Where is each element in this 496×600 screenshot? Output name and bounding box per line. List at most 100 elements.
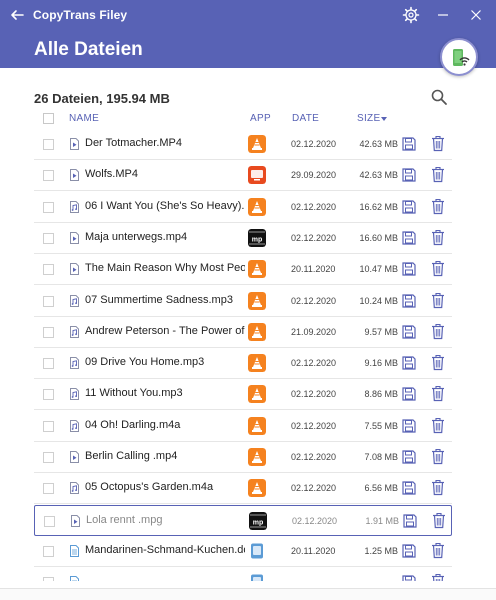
row-checkbox[interactable] — [43, 545, 54, 557]
file-row[interactable]: The Main Reason Why Most People Fail 20.1… — [34, 254, 452, 286]
file-row[interactable] — [34, 567, 452, 581]
row-checkbox[interactable] — [43, 139, 54, 150]
file-row[interactable]: 09 Drive You Home.mp3 02.12.2020 9.16 MB — [34, 348, 452, 380]
trash-icon[interactable] — [431, 385, 445, 402]
svg-text:mp: mp — [252, 236, 263, 243]
trash-icon[interactable] — [431, 198, 445, 215]
vlc-app-icon[interactable] — [248, 354, 266, 373]
file-name: 04 Oh! Darling.m4a — [85, 418, 181, 431]
save-icon[interactable] — [402, 387, 416, 401]
file-name: 11 Without You.mp3 — [85, 387, 183, 400]
vlc-app-icon[interactable] — [248, 135, 266, 153]
row-checkbox[interactable] — [43, 358, 54, 370]
file-row[interactable]: Andrew Peterson - The Power of Small 21.0… — [34, 317, 452, 348]
save-icon[interactable] — [402, 356, 416, 370]
mplayer-app-icon[interactable]: mp — [248, 228, 266, 247]
column-date[interactable]: DATE — [292, 113, 319, 124]
trash-icon[interactable] — [431, 479, 445, 496]
row-checkbox[interactable] — [43, 452, 54, 463]
trash-icon[interactable] — [431, 166, 445, 183]
save-icon[interactable] — [402, 293, 416, 308]
save-icon[interactable] — [402, 419, 416, 433]
save-icon[interactable] — [402, 325, 416, 339]
file-row[interactable]: Maja unterwegs.mp4 mp 02.12.2020 16.60 MB — [34, 223, 452, 254]
vlc-app-icon[interactable] — [248, 479, 266, 498]
svg-text:mp: mp — [253, 519, 264, 526]
row-checkbox[interactable] — [44, 515, 55, 527]
row-checkbox[interactable] — [43, 170, 54, 182]
row-checkbox[interactable] — [43, 389, 54, 401]
save-icon[interactable] — [402, 168, 416, 182]
row-checkbox[interactable] — [43, 483, 54, 495]
scrollbar[interactable] — [486, 68, 489, 588]
save-icon[interactable] — [402, 544, 416, 558]
trash-icon[interactable] — [431, 448, 445, 465]
vlc-app-icon[interactable] — [248, 322, 266, 341]
save-icon[interactable] — [402, 575, 416, 581]
trash-icon[interactable] — [431, 417, 445, 434]
file-row[interactable]: Berlin Calling .mp4 02.12.2020 7.08 MB — [34, 442, 452, 473]
trash-icon[interactable] — [432, 512, 446, 529]
vlc-app-icon[interactable] — [248, 291, 266, 310]
select-all-checkbox[interactable] — [43, 113, 54, 124]
sort-desc-icon[interactable] — [381, 117, 387, 121]
vlc-app-icon[interactable] — [248, 448, 266, 466]
file-row[interactable]: 04 Oh! Darling.m4a 02.12.2020 7.55 MB — [34, 411, 452, 442]
column-name[interactable]: NAME — [69, 113, 99, 124]
vlc-app-icon[interactable] — [248, 197, 266, 216]
trash-icon[interactable] — [431, 542, 445, 559]
wifi-connect-button[interactable] — [440, 38, 478, 76]
document-file-icon — [70, 544, 79, 557]
phone-wifi-icon — [453, 49, 470, 66]
infuse-app-icon[interactable] — [248, 166, 266, 185]
file-row[interactable]: Wolfs.MP4 29.09.2020 42.63 MB — [34, 160, 452, 192]
row-checkbox[interactable] — [43, 295, 54, 307]
trash-icon[interactable] — [431, 229, 445, 246]
video-file-icon — [70, 451, 79, 463]
save-icon[interactable] — [402, 137, 416, 151]
vlc-app-icon[interactable] — [248, 416, 266, 435]
trash-icon[interactable] — [431, 292, 445, 309]
file-row[interactable]: Lola rennt .mpg mp 02.12.2020 1.91 MB — [34, 504, 452, 536]
close-icon[interactable] — [467, 6, 485, 24]
row-checkbox[interactable] — [43, 201, 54, 213]
save-icon[interactable] — [402, 450, 416, 464]
trash-icon[interactable] — [431, 260, 445, 277]
gear-icon[interactable] — [402, 6, 420, 24]
mplayer-app-icon[interactable]: mp — [249, 511, 267, 530]
file-row[interactable]: 07 Summertime Sadness.mp3 02.12.2020 10.24… — [34, 286, 452, 317]
save-icon[interactable] — [402, 481, 416, 495]
save-icon[interactable] — [402, 199, 416, 214]
files-app-icon[interactable] — [248, 542, 266, 560]
vlc-app-icon[interactable] — [248, 260, 266, 279]
file-date: 02.12.2020 — [291, 139, 337, 149]
trash-icon[interactable] — [431, 323, 445, 340]
back-arrow-icon[interactable] — [8, 6, 26, 24]
file-size: 8.86 MB — [364, 389, 398, 400]
file-row[interactable]: 06 I Want You (She's So Heavy).mp3 02.12.… — [34, 192, 452, 223]
row-checkbox[interactable] — [43, 577, 54, 581]
files-app-icon[interactable] — [248, 573, 266, 581]
search-icon[interactable] — [430, 88, 448, 106]
row-checkbox[interactable] — [43, 326, 54, 338]
trash-icon[interactable] — [431, 135, 445, 152]
file-date: 02.12.2020 — [291, 232, 337, 243]
file-row[interactable]: 11 Without You.mp3 02.12.2020 8.86 MB — [34, 379, 452, 411]
row-checkbox[interactable] — [43, 232, 54, 244]
vlc-app-icon[interactable] — [248, 385, 266, 404]
file-row[interactable]: Der Totmacher.MP4 02.12.2020 42.63 MB — [34, 129, 452, 160]
minimize-icon[interactable] — [434, 6, 452, 24]
column-size[interactable]: SIZE — [357, 113, 380, 124]
file-row[interactable]: 05 Octopus's Garden.m4a 02.12.2020 6.56 MB — [34, 473, 452, 505]
row-checkbox[interactable] — [43, 420, 54, 432]
save-icon[interactable] — [403, 513, 417, 528]
file-row[interactable]: Mandarinen-Schmand-Kuchen.docx 20.11.2020… — [34, 536, 452, 567]
save-icon[interactable] — [402, 262, 416, 276]
file-name: Der Totmacher.MP4 — [85, 137, 183, 149]
file-name: Lola rennt .mpg — [86, 513, 163, 526]
row-checkbox[interactable] — [43, 264, 54, 276]
save-icon[interactable] — [402, 231, 416, 245]
trash-icon[interactable] — [431, 573, 445, 581]
trash-icon[interactable] — [431, 354, 445, 371]
column-app[interactable]: APP — [250, 113, 271, 124]
